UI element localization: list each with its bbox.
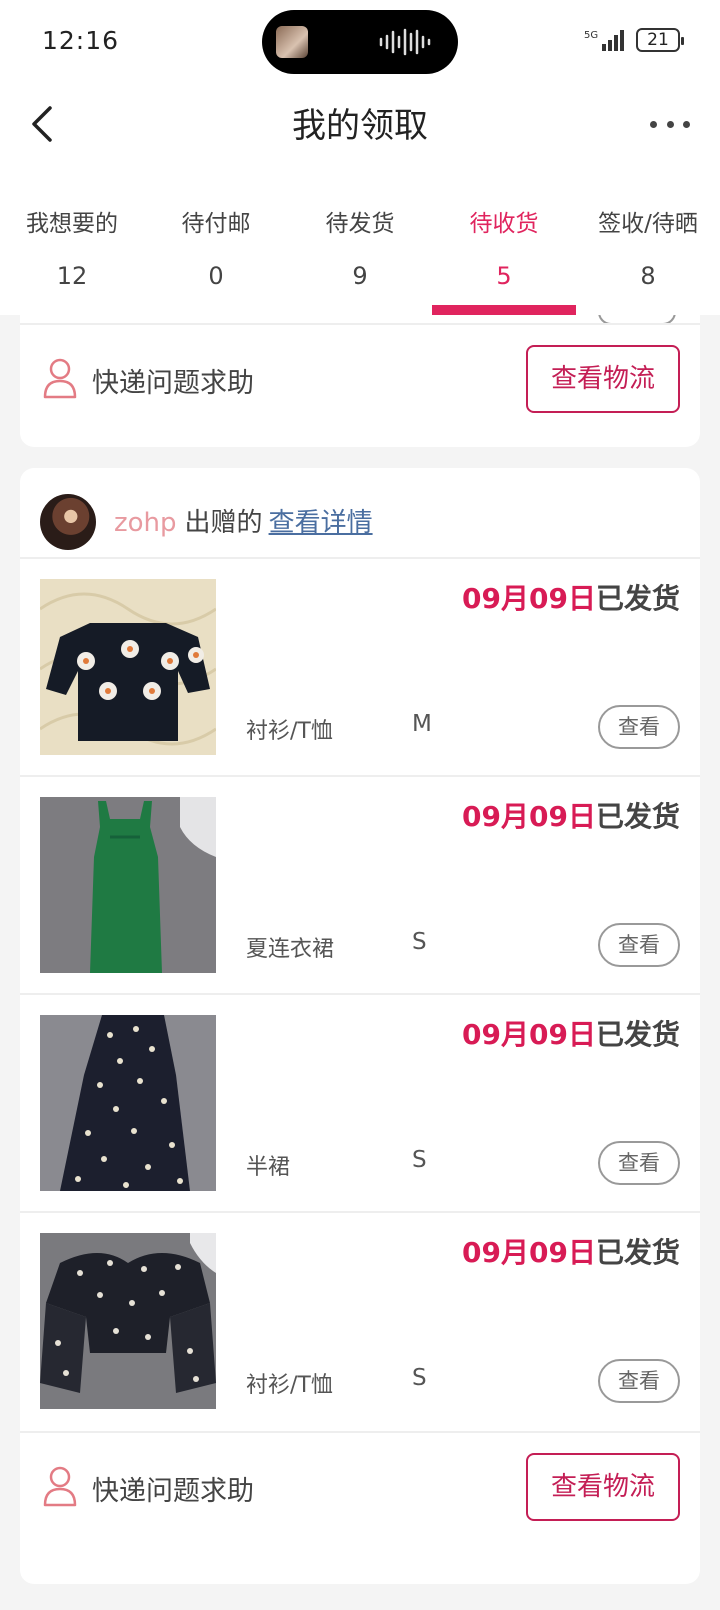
battery-level: 21 — [647, 30, 669, 50]
order-card: zohp 出赠的 查看详情 09月09日已发货 衬衫/T恤 M 查看 09月09… — [20, 468, 700, 1584]
dynamic-island[interactable] — [262, 10, 458, 74]
order-item[interactable]: 09月09日已发货 衬衫/T恤 S 查看 — [20, 1211, 700, 1429]
giver-avatar[interactable] — [40, 494, 96, 550]
courier-help-link[interactable]: 快递问题求助 — [92, 361, 254, 400]
item-size: S — [412, 929, 427, 955]
ship-status-text: 已发货 — [595, 1236, 680, 1269]
shipping-status: 09月09日已发货 — [462, 1231, 680, 1271]
tab-pending-postage[interactable]: 待付邮 0 — [144, 184, 288, 315]
tab-label: 待收货 — [469, 211, 539, 237]
view-logistics-button[interactable]: 查看物流 — [526, 1453, 680, 1521]
item-photo[interactable] — [40, 1233, 216, 1409]
tab-count: 0 — [208, 262, 224, 290]
view-item-button[interactable]: 查看 — [598, 923, 680, 967]
giver-action: 出赠的 — [184, 508, 263, 538]
item-category: 衬衫/T恤 — [246, 1373, 333, 1398]
person-icon — [43, 1466, 77, 1507]
ship-status-text: 已发货 — [595, 1018, 680, 1051]
view-details-link[interactable]: 查看详情 — [269, 508, 373, 538]
view-item-button[interactable]: 查看 — [598, 1359, 680, 1403]
order-item[interactable]: 09月09日已发货 衬衫/T恤 M 查看 — [20, 557, 700, 775]
view-item-button[interactable]: 查看 — [598, 705, 680, 749]
tab-label: 签收/待晒 — [598, 211, 698, 237]
page-title: 我的领取 — [292, 106, 428, 146]
item-photo[interactable] — [40, 579, 216, 755]
status-bar: 12:16 5G 21 — [0, 0, 720, 84]
status-time: 12:16 — [42, 26, 120, 55]
item-photo-image — [40, 797, 216, 973]
tab-label: 我想要的 — [26, 211, 118, 237]
order-item[interactable]: 09月09日已发货 半裙 S 查看 — [20, 993, 700, 1211]
now-playing-artwork — [276, 26, 308, 58]
view-logistics-button[interactable]: 查看物流 — [526, 345, 680, 413]
item-size: M — [412, 711, 432, 737]
active-tab-indicator — [432, 305, 576, 315]
help-row: 快递问题求助 查看物流 — [20, 325, 700, 435]
title-bar: 我的领取 — [0, 84, 720, 184]
courier-help-link[interactable]: 快递问题求助 — [92, 1469, 254, 1508]
item-photo[interactable] — [40, 1015, 216, 1191]
view-item-button[interactable]: 查看 — [598, 1141, 680, 1185]
item-size: S — [412, 1147, 427, 1173]
ship-status-text: 已发货 — [595, 582, 680, 615]
order-card-previous: 快递问题求助 查看物流 — [20, 315, 700, 447]
item-category: 夏连衣裙 — [246, 937, 335, 962]
item-photo-image — [40, 1015, 216, 1191]
shipping-status: 09月09日已发货 — [462, 1013, 680, 1053]
tab-count: 9 — [352, 262, 368, 290]
ship-date: 09月09日 — [462, 1018, 596, 1051]
person-icon — [43, 358, 77, 399]
tab-wanted[interactable]: 我想要的 12 — [0, 184, 144, 315]
ship-date: 09月09日 — [462, 1236, 596, 1269]
ship-date: 09月09日 — [462, 582, 596, 615]
status-tabs: 我想要的 12 待付邮 0 待发货 9 待收货 5 签收/待晒 8 — [0, 184, 720, 315]
item-photo[interactable] — [40, 797, 216, 973]
tab-label: 待发货 — [325, 211, 395, 237]
giver-line: zohp 出赠的 查看详情 — [114, 502, 373, 539]
tab-label: 待付邮 — [181, 211, 251, 237]
signal-icon: 5G — [584, 30, 624, 51]
item-category: 半裙 — [246, 1155, 291, 1180]
giver-name[interactable]: zohp — [114, 508, 177, 538]
battery-icon: 21 — [636, 28, 684, 52]
svg-text:5G: 5G — [584, 30, 598, 41]
tab-received[interactable]: 签收/待晒 8 — [576, 184, 720, 315]
item-category: 衬衫/T恤 — [246, 719, 333, 744]
item-size: S — [412, 1365, 427, 1391]
help-row: 快递问题求助 查看物流 — [20, 1431, 700, 1541]
shipping-status: 09月09日已发货 — [462, 577, 680, 617]
more-options-icon[interactable] — [650, 112, 690, 136]
tab-count: 12 — [56, 262, 88, 290]
item-photo-image — [40, 1233, 216, 1409]
tab-pending-receipt[interactable]: 待收货 5 — [432, 184, 576, 315]
audio-wave-icon — [379, 28, 431, 56]
tab-count: 5 — [496, 262, 512, 290]
item-photo-image — [40, 579, 216, 755]
status-indicators: 5G 21 — [584, 28, 684, 52]
ship-date: 09月09日 — [462, 800, 596, 833]
order-item[interactable]: 09月09日已发货 夏连衣裙 S 查看 — [20, 775, 700, 993]
tab-count: 8 — [640, 262, 656, 290]
tab-pending-shipment[interactable]: 待发货 9 — [288, 184, 432, 315]
ship-status-text: 已发货 — [595, 800, 680, 833]
shipping-status: 09月09日已发货 — [462, 795, 680, 835]
